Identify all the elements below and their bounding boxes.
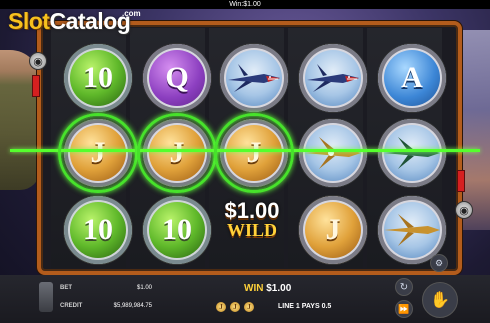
line-pay-text: LINE 1 PAYS 0.5: [278, 303, 332, 310]
win-label: WIN: [244, 283, 264, 294]
win-value: $1.00: [266, 283, 292, 294]
wild-symbol: $1.00 WILD: [212, 198, 292, 258]
right-red-tab: [457, 170, 465, 192]
autoplay-icon[interactable]: ↻: [395, 278, 413, 296]
credit-value: $5,989,984.75: [113, 303, 152, 309]
bet-value: $1.00: [136, 285, 152, 291]
symbol-green-plane: [378, 119, 446, 187]
bet-label: BET: [60, 285, 72, 291]
symbol-shark-plane: [299, 44, 367, 112]
slotcatalog-logo: SlotCatalog: [8, 8, 131, 34]
logo-suffix: .com: [122, 9, 141, 18]
gold-plane-icon: [384, 214, 440, 246]
left-red-tab: [32, 75, 40, 97]
top-win-text: Win:$1.00: [229, 1, 261, 8]
symbol-j: J: [220, 119, 288, 187]
left-gauge-icon: ◉: [29, 52, 47, 70]
symbol-a: A: [378, 44, 446, 112]
symbol-10: 10: [64, 44, 132, 112]
mini-coin-j: J: [216, 302, 226, 312]
symbol-q: Q: [143, 44, 211, 112]
gold-plane-icon: [305, 137, 361, 169]
green-plane-icon: [384, 137, 440, 169]
symbol-j: J: [64, 119, 132, 187]
shark-plane-icon: [228, 64, 280, 92]
win-display: WIN $1.00: [244, 283, 291, 294]
shark-plane-icon: [307, 64, 359, 92]
mini-coin-j: J: [230, 302, 240, 312]
slot-game: Win:$1.00 10 J 10 Q J 10 J $1.00 WILD J …: [0, 0, 490, 323]
credit-label: CREDIT: [60, 303, 83, 309]
mini-coin-j: J: [244, 302, 254, 312]
win-line: [10, 149, 480, 152]
right-gauge-icon: ◉: [455, 201, 473, 219]
symbol-j: J: [143, 119, 211, 187]
symbol-10: 10: [64, 196, 132, 264]
fastforward-icon[interactable]: ⏩: [395, 300, 413, 318]
settings-icon[interactable]: ⚙: [430, 254, 448, 272]
coins-icon[interactable]: [39, 282, 53, 312]
symbol-gold-plane: [299, 119, 367, 187]
symbol-10: 10: [143, 196, 211, 264]
pilot-character: [0, 50, 40, 190]
symbol-shark-plane: [220, 44, 288, 112]
symbol-j: J: [299, 196, 367, 264]
spin-icon[interactable]: ✋: [422, 282, 458, 318]
